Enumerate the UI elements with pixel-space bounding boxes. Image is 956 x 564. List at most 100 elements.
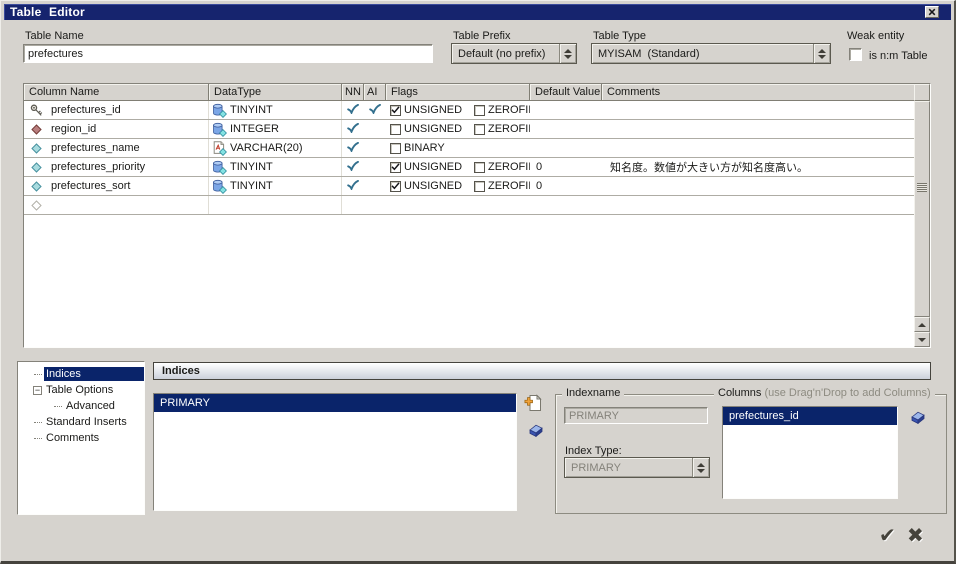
zerofill-checkbox[interactable] bbox=[474, 162, 485, 173]
header-nn[interactable]: NN bbox=[342, 84, 364, 101]
ai-cell[interactable] bbox=[364, 196, 386, 214]
scroll-down-button[interactable] bbox=[914, 332, 930, 347]
tree-item-table-options[interactable]: −Table Options bbox=[18, 382, 144, 398]
index-item-primary[interactable]: PRIMARY bbox=[154, 394, 516, 412]
default-value-cell[interactable] bbox=[530, 120, 602, 138]
titlebar[interactable]: Table Editor bbox=[4, 4, 951, 20]
binary-checkbox[interactable] bbox=[390, 143, 401, 154]
datatype-string-icon bbox=[212, 141, 228, 156]
nn-cell[interactable] bbox=[342, 158, 364, 176]
cancel-x-icon: ✖ bbox=[907, 523, 924, 547]
header-datatype[interactable]: DataType bbox=[209, 84, 342, 101]
ai-cell[interactable] bbox=[364, 139, 386, 157]
ai-cell[interactable] bbox=[364, 158, 386, 176]
indexname-input[interactable] bbox=[564, 407, 708, 424]
tree-item-standard-inserts[interactable]: Standard Inserts bbox=[18, 414, 144, 430]
zerofill-checkbox[interactable] bbox=[474, 105, 485, 116]
zerofill-checkbox[interactable] bbox=[474, 181, 485, 192]
ai-cell[interactable] bbox=[364, 120, 386, 138]
default-value-cell[interactable]: 0 bbox=[530, 177, 602, 195]
vertical-scrollbar[interactable] bbox=[914, 84, 930, 347]
tree-item-indices[interactable]: Indices bbox=[18, 366, 144, 382]
comment-cell[interactable] bbox=[602, 177, 914, 195]
datatype-cell[interactable]: VARCHAR(20) bbox=[209, 139, 342, 157]
table-row[interactable]: prefectures_sortTINYINTUNSIGNEDZEROFILL0 bbox=[24, 177, 914, 196]
zerofill-checkbox[interactable] bbox=[474, 124, 485, 135]
unsigned-checkbox[interactable] bbox=[390, 181, 401, 192]
ai-cell[interactable] bbox=[364, 101, 386, 119]
zerofill-flag: ZEROFILL bbox=[474, 104, 530, 116]
nn-cell[interactable] bbox=[342, 196, 364, 214]
default-value-cell[interactable] bbox=[530, 196, 602, 214]
comment-cell[interactable] bbox=[602, 120, 914, 138]
tree-item-label: Indices bbox=[44, 367, 144, 381]
unsigned-checkbox[interactable] bbox=[390, 124, 401, 135]
datatype-cell[interactable] bbox=[209, 196, 342, 214]
tree-item-label: Standard Inserts bbox=[44, 415, 144, 429]
confirm-button[interactable]: ✔ bbox=[879, 525, 896, 545]
spinner-icon[interactable] bbox=[559, 44, 576, 63]
nn-cell[interactable] bbox=[342, 177, 364, 195]
ai-cell[interactable] bbox=[364, 177, 386, 195]
column-name-cell[interactable]: prefectures_priority bbox=[24, 158, 209, 176]
attribute-icon bbox=[29, 143, 44, 154]
header-comments[interactable]: Comments bbox=[602, 84, 914, 101]
table-row[interactable]: prefectures_idTINYINTUNSIGNEDZEROFILL bbox=[24, 101, 914, 120]
nn-cell[interactable] bbox=[342, 120, 364, 138]
scrollbar-thumb[interactable] bbox=[914, 101, 930, 317]
nn-cell[interactable] bbox=[342, 139, 364, 157]
is-nm-table-checkbox[interactable] bbox=[849, 48, 862, 61]
nn-cell[interactable] bbox=[342, 101, 364, 119]
header-ai[interactable]: AI bbox=[364, 84, 386, 101]
cancel-button[interactable]: ✖ bbox=[907, 525, 924, 545]
unsigned-checkbox[interactable] bbox=[390, 162, 401, 173]
comment-cell[interactable] bbox=[602, 196, 914, 214]
comment-cell[interactable] bbox=[602, 139, 914, 157]
collapse-icon[interactable]: − bbox=[33, 386, 42, 395]
columns-hint: (use Drag'n'Drop to add Columns) bbox=[764, 387, 930, 399]
column-name-text: prefectures_sort bbox=[51, 180, 130, 192]
column-name-cell[interactable]: prefectures_id bbox=[24, 101, 209, 119]
datatype-cell[interactable]: TINYINT bbox=[209, 101, 342, 119]
datatype-cell[interactable]: TINYINT bbox=[209, 158, 342, 176]
remove-column-button[interactable] bbox=[906, 407, 926, 427]
datatype-cell[interactable]: TINYINT bbox=[209, 177, 342, 195]
datatype-cell[interactable]: INTEGER bbox=[209, 120, 342, 138]
datatype-text: TINYINT bbox=[230, 104, 273, 116]
header-flags[interactable]: Flags bbox=[386, 84, 530, 101]
default-value-cell[interactable] bbox=[530, 139, 602, 157]
comment-cell[interactable] bbox=[602, 101, 914, 119]
column-name-cell[interactable]: prefectures_sort bbox=[24, 177, 209, 195]
tree-item-advanced[interactable]: Advanced bbox=[18, 398, 144, 414]
table-row[interactable]: prefectures_priorityTINYINTUNSIGNEDZEROF… bbox=[24, 158, 914, 177]
delete-index-button[interactable] bbox=[524, 420, 544, 440]
nn-checkmark-icon bbox=[347, 104, 359, 117]
spinner-icon[interactable] bbox=[813, 44, 830, 63]
header-default-value[interactable]: Default Value bbox=[530, 84, 602, 101]
column-name-cell[interactable]: region_id bbox=[24, 120, 209, 138]
table-type-select[interactable]: MYISAM (Standard) bbox=[591, 43, 831, 64]
index-column-prefectures-id[interactable]: prefectures_id bbox=[723, 407, 897, 425]
window-title: Table Editor bbox=[4, 5, 85, 19]
scrollbar-grip-icon[interactable] bbox=[917, 183, 927, 192]
comment-cell[interactable]: 知名度。数値が大きい方が知名度高い。 bbox=[602, 158, 914, 176]
tree-item-comments[interactable]: Comments bbox=[18, 430, 144, 446]
default-value-cell[interactable] bbox=[530, 101, 602, 119]
add-index-button[interactable] bbox=[523, 393, 543, 413]
table-prefix-select[interactable]: Default (no prefix) bbox=[451, 43, 577, 64]
default-value-cell[interactable]: 0 bbox=[530, 158, 602, 176]
header-column-name[interactable]: Column Name bbox=[24, 84, 209, 101]
table-row[interactable]: region_idINTEGERUNSIGNEDZEROFILL bbox=[24, 120, 914, 139]
close-button[interactable] bbox=[925, 6, 939, 18]
eraser-icon bbox=[908, 411, 925, 424]
column-name-cell[interactable]: prefectures_name bbox=[24, 139, 209, 157]
spinner-icon[interactable] bbox=[692, 458, 709, 477]
unsigned-checkbox[interactable] bbox=[390, 105, 401, 116]
column-name-text: prefectures_id bbox=[51, 104, 121, 116]
table-name-input[interactable] bbox=[23, 44, 433, 63]
table-row[interactable] bbox=[24, 196, 914, 215]
column-name-cell[interactable] bbox=[24, 196, 209, 214]
table-row[interactable]: prefectures_nameVARCHAR(20)BINARY bbox=[24, 139, 914, 158]
scroll-up-button[interactable] bbox=[914, 317, 930, 332]
index-type-select[interactable]: PRIMARY bbox=[564, 457, 710, 478]
